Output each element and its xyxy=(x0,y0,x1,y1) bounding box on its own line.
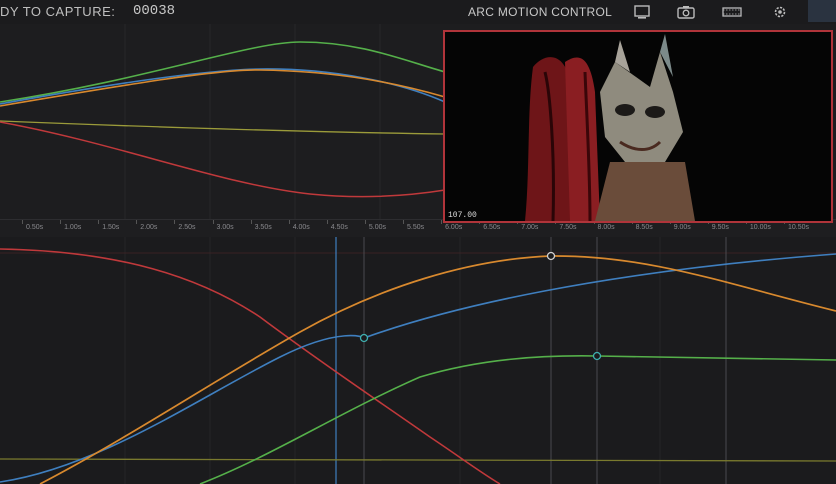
timeline-tick-label: 9.50s xyxy=(711,224,729,231)
timeline-tick-label: 4.00s xyxy=(292,224,310,231)
capture-status-label: DY TO CAPTURE: xyxy=(0,4,116,19)
timeline-tick-label: 9.00s xyxy=(673,224,691,231)
timeline-tick-label: 3.50s xyxy=(254,224,272,231)
menu-button[interactable] xyxy=(808,0,836,22)
preview-image xyxy=(445,32,831,221)
timeline-tick-mark xyxy=(364,220,366,224)
app-title: ARC MOTION CONTROL xyxy=(468,5,613,19)
settings-icon xyxy=(774,6,786,18)
timeline-tick-label: 2.00s xyxy=(140,224,158,231)
timeline-tick-label: 1.00s xyxy=(64,224,82,231)
timeline-tick-mark xyxy=(250,220,252,224)
timeline-tick-mark xyxy=(212,220,214,224)
film-strip-icon xyxy=(722,7,742,17)
timeline-tick-mark xyxy=(22,220,23,224)
monitor-icon xyxy=(634,5,650,19)
keyframe-handle[interactable] xyxy=(359,333,369,343)
timeline-tick-label: 2.50s xyxy=(178,224,196,231)
timeline-tick-mark xyxy=(60,220,62,224)
camera-button[interactable] xyxy=(673,1,699,23)
timeline-tick-label: 8.00s xyxy=(597,224,615,231)
timeline-tick-label: 6.50s xyxy=(483,224,501,231)
timeline-tick-mark xyxy=(174,220,176,224)
timeline-tick-label: 6.00s xyxy=(445,224,463,231)
timeline-tick-mark xyxy=(403,220,404,224)
timeline-tick-mark xyxy=(98,220,100,224)
camera-icon xyxy=(677,6,695,19)
film-strip-button[interactable] xyxy=(719,1,745,23)
timeline-tick-label: 7.00s xyxy=(521,224,539,231)
timeline-tick-label: 7.50s xyxy=(559,224,577,231)
preview-timecode: 107.00 xyxy=(448,211,477,220)
timeline-tick-label: 3.00s xyxy=(216,224,234,231)
timeline-tick-label: 5.50s xyxy=(407,224,425,231)
top-bar: DY TO CAPTURE: 00038 ARC MOTION CONTROL xyxy=(0,0,836,24)
timeline-tick-label: 10.50s xyxy=(788,224,810,231)
timeline-tick-label: 10.00s xyxy=(749,224,771,231)
timeline-tick-mark xyxy=(136,220,138,224)
timeline-tick-mark xyxy=(441,220,443,224)
timeline-tick-label: 1.50s xyxy=(102,224,120,231)
keyframe-handle[interactable] xyxy=(546,251,556,261)
timeline-tick-label: 4.50s xyxy=(330,224,348,231)
camera-preview: 107.00 xyxy=(443,30,833,223)
lower-curve-graph[interactable] xyxy=(0,237,836,484)
timeline-tick-label: 5.00s xyxy=(368,224,387,231)
settings-button[interactable] xyxy=(767,1,793,23)
timeline-tick-label: 0.50s xyxy=(26,224,44,231)
monitor-button[interactable] xyxy=(629,1,655,23)
keyframe-handle[interactable] xyxy=(592,351,602,361)
frame-counter: 00038 xyxy=(133,3,176,19)
timeline-tick-label: 8.50s xyxy=(635,224,653,231)
timeline-tick-mark xyxy=(288,220,290,224)
timeline-tick-mark xyxy=(326,220,328,224)
